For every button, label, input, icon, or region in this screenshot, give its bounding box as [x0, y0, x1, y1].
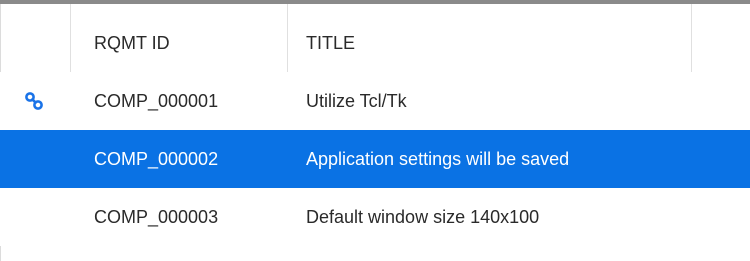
title-cell: Default window size 140x100	[306, 206, 540, 227]
title-cell: Application settings will be saved	[306, 148, 570, 169]
table-row-selected[interactable]: COMP_000002 Application settings will be…	[0, 130, 750, 188]
rqmt-id-cell: COMP_000003	[94, 206, 219, 227]
rqmt-id-cell: COMP_000001	[94, 90, 219, 111]
table-row[interactable]: COMP_000001 Utilize Tcl/Tk	[0, 72, 750, 130]
link-icon[interactable]	[24, 72, 48, 130]
title-cell: Utilize Tcl/Tk	[306, 90, 407, 111]
rqmt-id-cell: COMP_000002	[94, 148, 219, 169]
table-row[interactable]: COMP_000003 Default window size 140x100	[0, 188, 750, 246]
requirements-grid: RQMT ID TITLE COMP_000001 Utilize Tcl/Tk…	[0, 0, 750, 261]
